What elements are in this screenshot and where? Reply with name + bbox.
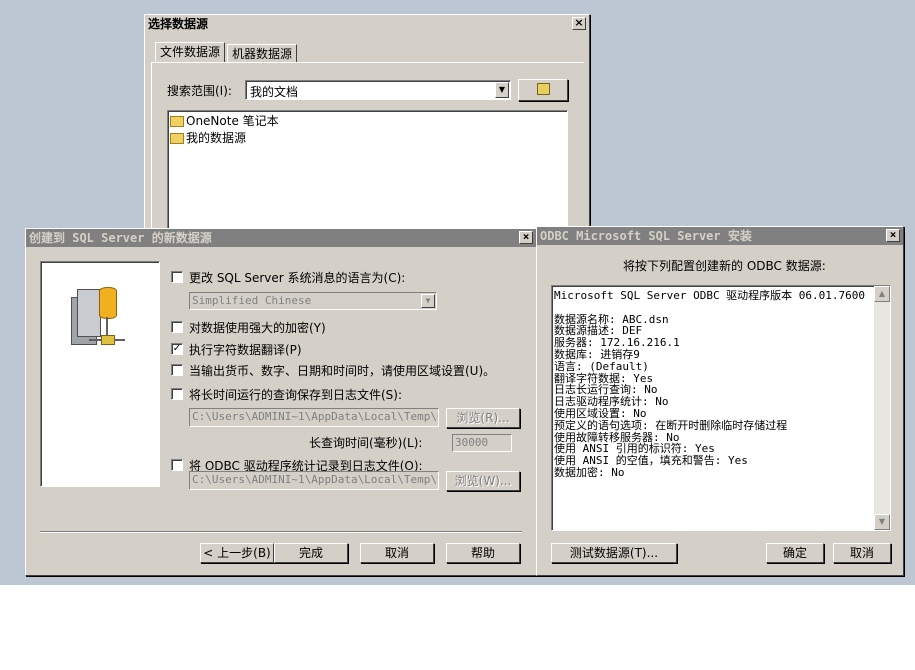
odbc-setup-dialog: ODBC Microsoft SQL Server 安装 × 将按下列配置创建新… xyxy=(536,226,904,576)
close-icon[interactable]: × xyxy=(572,17,586,30)
help-button[interactable]: 帮助 xyxy=(446,543,520,563)
search-range-label: 搜索范围(I): xyxy=(167,84,232,98)
browse-long-query-button[interactable]: 浏览(R)... xyxy=(446,408,520,428)
list-item-label: OneNote 笔记本 xyxy=(186,114,279,128)
browse-label: 浏览(W)... xyxy=(454,474,512,488)
summary-line xyxy=(554,302,870,314)
language-dropdown[interactable]: Simplified Chinese ▼ xyxy=(189,292,437,310)
regional-settings-checkbox[interactable] xyxy=(171,364,183,376)
regional-label: 当输出货币、数字、日期和时间时，请使用区域设置(U)。 xyxy=(189,364,496,378)
tab-label: 机器数据源 xyxy=(232,47,293,61)
close-icon[interactable]: × xyxy=(886,229,900,242)
list-item[interactable]: 我的数据源 xyxy=(170,130,246,146)
server-database-icon xyxy=(71,287,127,352)
finish-label: 完成 xyxy=(298,546,323,560)
list-item[interactable]: OneNote 笔记本 xyxy=(170,113,279,129)
create-dialog-titlebar: 创建到 SQL Server 的新数据源 × xyxy=(26,229,536,247)
long-query-path-value: C:\Users\ADMINI~1\AppData\Local\Temp\QUE… xyxy=(192,410,439,423)
create-dialog-title: 创建到 SQL Server 的新数据源 xyxy=(29,231,212,245)
select-data-source-dialog: 选择数据源 × 文件数据源 机器数据源 搜索范围(I): 我的文档 ▼ OneN… xyxy=(144,14,590,250)
driver-stats-log-path[interactable]: C:\Users\ADMINI~1\AppData\Local\Temp\STA… xyxy=(189,471,439,490)
finish-button[interactable]: 完成 xyxy=(274,543,348,563)
setup-dialog-title: ODBC Microsoft SQL Server 安装 xyxy=(540,229,752,243)
list-item-label: 我的数据源 xyxy=(186,131,247,145)
help-label: 帮助 xyxy=(470,546,495,560)
chevron-down-icon[interactable]: ▼ xyxy=(421,294,435,308)
summary-line: 预定义的语句选项: 在断开时删除临时存储过程 xyxy=(554,418,788,432)
summary-line: 数据库: 进销存9 xyxy=(554,347,640,361)
search-range-value: 我的文档 xyxy=(250,85,299,99)
summary-line: 使用区域设置: No xyxy=(554,406,647,420)
long-query-log-path[interactable]: C:\Users\ADMINI~1\AppData\Local\Temp\QUE… xyxy=(189,408,439,427)
tab-label: 文件数据源 xyxy=(160,45,221,59)
divider xyxy=(40,531,522,533)
test-data-source-button[interactable]: 测试数据源(T)... xyxy=(551,543,677,563)
ok-button[interactable]: 确定 xyxy=(766,543,824,563)
driver-stats-path-value: C:\Users\ADMINI~1\AppData\Local\Temp\STA… xyxy=(192,473,439,486)
scroll-down-icon[interactable]: ▼ xyxy=(874,514,890,530)
cancel-button[interactable]: 取消 xyxy=(833,543,891,563)
change-language-checkbox[interactable] xyxy=(171,271,183,283)
test-label: 测试数据源(T)... xyxy=(569,546,659,560)
close-icon[interactable]: × xyxy=(519,231,533,244)
long-query-time-label: 长查询时间(毫秒)(L): xyxy=(309,436,423,450)
tab-machine-data-source[interactable]: 机器数据源 xyxy=(227,44,298,62)
long-query-time-value: 30000 xyxy=(455,436,489,449)
long-query-log-checkbox[interactable] xyxy=(171,388,183,400)
cancel-button[interactable]: 取消 xyxy=(360,543,434,563)
scroll-up-icon[interactable]: ▲ xyxy=(874,286,890,302)
long-query-label: 将长时间运行的查询保存到日志文件(S): xyxy=(189,388,403,402)
summary-line: Microsoft SQL Server ODBC 驱动程序版本 06.01.7… xyxy=(554,289,866,302)
browse-label: 浏览(R)... xyxy=(456,411,510,425)
setup-dialog-titlebar: ODBC Microsoft SQL Server 安装 × xyxy=(537,227,903,245)
folder-icon xyxy=(170,116,184,127)
back-label: < 上一步(B) xyxy=(203,546,271,560)
create-data-source-dialog: 创建到 SQL Server 的新数据源 × 更改 SQL Server 系统消… xyxy=(25,228,537,576)
folder-icon xyxy=(170,133,184,144)
cancel-label: 取消 xyxy=(849,546,874,560)
tab-file-data-source[interactable]: 文件数据源 xyxy=(155,42,226,62)
scrollbar[interactable]: ▲ ▼ xyxy=(874,286,890,530)
ok-label: 确定 xyxy=(782,546,807,560)
translate-character-data-checkbox[interactable]: ✓ xyxy=(171,343,183,355)
config-summary-box[interactable]: Microsoft SQL Server ODBC 驱动程序版本 06.01.7… xyxy=(551,285,891,531)
setup-heading: 将按下列配置创建新的 ODBC 数据源: xyxy=(623,259,826,273)
long-query-time-input[interactable]: 30000 xyxy=(452,434,512,452)
cancel-label: 取消 xyxy=(384,546,409,560)
select-dialog-title: 选择数据源 xyxy=(148,17,209,31)
folder-up-icon xyxy=(536,83,550,95)
strong-encryption-checkbox[interactable] xyxy=(171,321,183,333)
back-button[interactable]: < 上一步(B) xyxy=(200,543,274,563)
chevron-down-icon[interactable]: ▼ xyxy=(495,82,509,98)
summary-line: 数据加密: No xyxy=(554,465,625,479)
config-summary-text: Microsoft SQL Server ODBC 驱动程序版本 06.01.7… xyxy=(554,290,870,479)
driver-stats-log-checkbox[interactable] xyxy=(171,459,183,471)
browse-driver-stats-button[interactable]: 浏览(W)... xyxy=(446,471,520,491)
wizard-image-panel xyxy=(40,261,160,487)
summary-line: 语言: (Default) xyxy=(554,359,649,373)
translate-label: 执行字符数据翻译(P) xyxy=(189,343,302,357)
select-dialog-titlebar: 选择数据源 × xyxy=(145,15,589,33)
strong-encryption-label: 对数据使用强大的加密(Y) xyxy=(189,321,326,335)
change-language-label: 更改 SQL Server 系统消息的语言为(C): xyxy=(189,271,406,285)
new-folder-button[interactable] xyxy=(518,79,568,101)
language-value: Simplified Chinese xyxy=(192,294,312,307)
search-range-dropdown[interactable]: 我的文档 ▼ xyxy=(245,80,511,100)
